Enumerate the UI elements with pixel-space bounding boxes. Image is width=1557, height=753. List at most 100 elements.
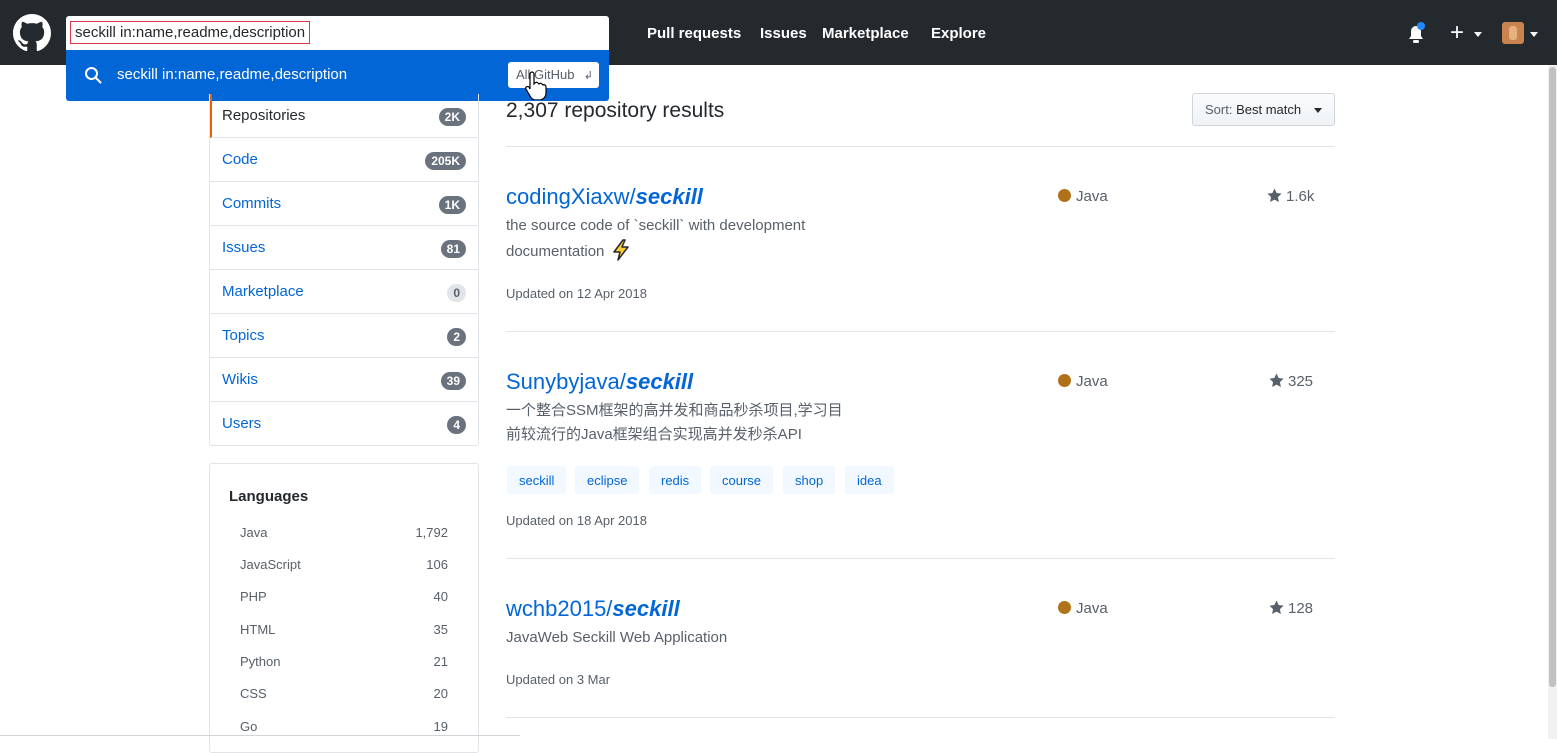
search-icon (85, 67, 102, 84)
language-count: 21 (433, 654, 448, 669)
languages-title: Languages (229, 488, 309, 505)
language-color-dot (1058, 189, 1071, 202)
repo-desc-line: the source code of `seckill` with develo… (506, 217, 806, 234)
filter-repositories[interactable]: Repositories 2K (210, 94, 478, 138)
filter-label: Wikis (222, 371, 258, 388)
language-name: CSS (240, 686, 267, 701)
scrollbar-thumb[interactable] (1549, 67, 1556, 687)
repo-stars[interactable]: 1.6k (1267, 188, 1314, 205)
results-count-heading: 2,307 repository results (506, 99, 725, 122)
repo-owner: Sunybyjava/ (506, 369, 626, 394)
repo-stars[interactable]: 128 (1269, 600, 1313, 617)
filter-label: Code (222, 151, 258, 168)
enter-key-icon: ↲ (583, 70, 593, 82)
nav-pull-requests[interactable]: Pull requests (647, 25, 741, 42)
topic-tag[interactable]: shop (783, 466, 836, 494)
divider (506, 558, 1335, 559)
repo-name: seckill (625, 369, 694, 394)
avatar-caret-icon[interactable] (1530, 32, 1538, 37)
filter-label: Marketplace (222, 283, 304, 300)
divider (506, 331, 1335, 332)
divider (506, 146, 1335, 147)
sort-dropdown-button[interactable]: Sort: Best match (1192, 93, 1335, 126)
topic-tag[interactable]: eclipse (575, 466, 640, 494)
language-item-python[interactable]: Python 21 (240, 654, 448, 674)
language-color-dot (1058, 601, 1071, 614)
create-new-plus-icon[interactable]: + (1450, 20, 1464, 46)
topic-tag[interactable]: idea (845, 466, 894, 494)
topic-tag[interactable]: seckill (507, 466, 567, 494)
github-logo-icon[interactable] (13, 14, 51, 52)
language-count: 40 (433, 589, 448, 604)
repo-name: seckill (635, 184, 703, 209)
topic-tag[interactable]: redis (649, 466, 702, 494)
star-icon (1269, 373, 1284, 388)
filter-topics[interactable]: Topics 2 (210, 314, 478, 358)
nav-explore[interactable]: Explore (931, 25, 986, 42)
repo-star-count: 325 (1288, 373, 1314, 390)
sort-prefix: Sort: (1205, 102, 1233, 117)
star-icon (1269, 600, 1284, 615)
language-color-dot (1058, 374, 1071, 387)
hand-cursor-icon (525, 71, 547, 100)
language-name: PHP (240, 589, 267, 604)
create-caret-icon[interactable] (1474, 32, 1482, 37)
filter-wikis[interactable]: Wikis 39 (210, 358, 478, 402)
repo-updated: Updated on 3 Mar (506, 672, 611, 687)
user-avatar[interactable] (1502, 22, 1524, 44)
search-input[interactable]: seckill in:name,readme,description (70, 21, 311, 44)
status-bar-edge (0, 735, 520, 739)
repo-link[interactable]: wchb2015/seckill (506, 596, 680, 622)
language-name: Go (240, 719, 258, 734)
filter-commits[interactable]: Commits 1K (210, 182, 478, 226)
repo-description: the source code of `seckill` with develo… (506, 214, 866, 264)
star-icon (1267, 188, 1282, 203)
divider (506, 717, 1335, 718)
nav-issues[interactable]: Issues (760, 25, 807, 42)
language-name: JavaScript (240, 557, 301, 572)
notification-bell-icon[interactable] (1405, 22, 1427, 46)
language-item-css[interactable]: CSS 20 (240, 686, 448, 706)
filter-label: Issues (222, 239, 266, 256)
filter-issues[interactable]: Issues 81 (210, 226, 478, 270)
filter-label: Users (222, 415, 262, 432)
language-item-php[interactable]: PHP 40 (240, 589, 448, 609)
topic-tag[interactable]: course (710, 466, 774, 494)
language-name: HTML (240, 622, 276, 637)
all-github-badge[interactable]: All GitHub ↲ (508, 62, 599, 88)
repo-link[interactable]: Sunybyjava/seckill (506, 369, 693, 395)
repo-desc-line: 一个整合SSM框架的高并发和商品秒杀项目,学习目 (506, 402, 843, 419)
filter-count: 205K (425, 152, 466, 170)
repo-language-name: Java (1076, 600, 1108, 617)
filter-count: 0 (447, 284, 466, 302)
language-item-html[interactable]: HTML 35 (240, 622, 448, 642)
repo-desc-line: 前较流行的Java框架组合实现高并发秒杀API (506, 426, 802, 443)
repo-language-name: Java (1076, 373, 1108, 390)
repo-description: 一个整合SSM框架的高并发和商品秒杀项目,学习目 前较流行的Java框架组合实现… (506, 399, 866, 447)
suggestion-text[interactable]: seckill in:name,readme,description (117, 66, 347, 83)
filter-count: 2K (438, 108, 466, 126)
search-filter-menu: Repositories 2K Code 205K Commits 1K Iss… (209, 94, 479, 446)
filter-count: 2 (447, 328, 466, 346)
language-item-java[interactable]: Java 1,792 (240, 525, 448, 545)
filter-label: Repositories (222, 107, 306, 124)
filter-marketplace[interactable]: Marketplace 0 (210, 270, 478, 314)
filter-label: Topics (222, 327, 265, 344)
language-count: 106 (426, 557, 448, 572)
nav-marketplace[interactable]: Marketplace (822, 25, 909, 42)
language-count: 35 (433, 622, 448, 637)
repo-stars[interactable]: 325 (1269, 373, 1313, 390)
search-box[interactable]: seckill in:name,readme,description (66, 16, 609, 50)
repo-owner: wchb2015/ (506, 596, 613, 621)
filter-code[interactable]: Code 205K (210, 138, 478, 182)
language-count: 20 (433, 686, 448, 701)
language-name: Python (240, 654, 281, 669)
filter-users[interactable]: Users 4 (210, 402, 478, 446)
repo-link[interactable]: codingXiaxw/seckill (506, 184, 703, 210)
repo-star-count: 1.6k (1286, 188, 1315, 205)
language-name: Java (240, 525, 268, 540)
languages-panel: Languages Java 1,792 JavaScript 106 PHP … (209, 463, 479, 753)
language-item-javascript[interactable]: JavaScript 106 (240, 557, 448, 577)
page-scrollbar[interactable] (1548, 65, 1557, 739)
filter-count: 4 (447, 416, 466, 434)
